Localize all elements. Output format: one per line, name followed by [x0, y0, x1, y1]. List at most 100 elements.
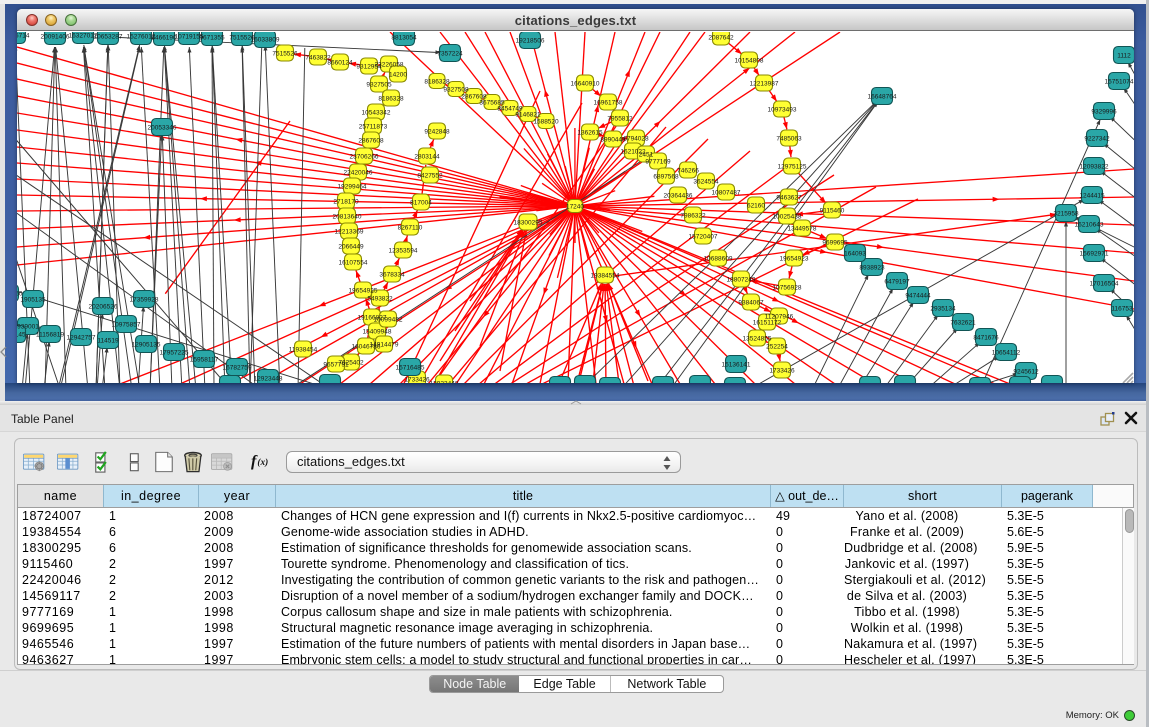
svg-text:8813054: 8813054 — [391, 35, 417, 42]
svg-text:20364436: 20364436 — [664, 193, 693, 200]
svg-text:16033809: 16033809 — [251, 37, 280, 44]
svg-text:2935134: 2935134 — [930, 306, 956, 313]
svg-text:13449578: 13449578 — [788, 226, 817, 233]
svg-text:10756928: 10756928 — [773, 285, 802, 292]
svg-text:2087642: 2087642 — [708, 35, 734, 42]
svg-text:817004: 817004 — [410, 200, 432, 207]
svg-text:9463627: 9463627 — [776, 195, 802, 202]
svg-text:1362615: 1362615 — [577, 130, 603, 137]
svg-text:16210643: 16210643 — [1075, 222, 1104, 229]
svg-text:15716485: 15716485 — [396, 365, 425, 372]
svg-text:15692971: 15692971 — [1080, 251, 1109, 258]
svg-text:9329996: 9329996 — [1091, 109, 1117, 116]
svg-text:7632621: 7632621 — [950, 320, 976, 327]
svg-text:23226058: 23226058 — [375, 62, 404, 69]
svg-text:17016504: 17016504 — [1090, 281, 1119, 288]
svg-text:19654923: 19654923 — [780, 256, 809, 263]
svg-text:12923448: 12923448 — [254, 376, 283, 383]
svg-text:252254: 252254 — [766, 344, 788, 351]
svg-text:11156819: 11156819 — [36, 332, 64, 339]
svg-text:22420046: 22420046 — [344, 170, 373, 177]
svg-text:62160: 62160 — [747, 203, 765, 210]
svg-text:15136141: 15136141 — [722, 362, 751, 369]
svg-text:20813640: 20813640 — [333, 214, 362, 221]
svg-text:12942757: 12942757 — [67, 335, 96, 342]
svg-text:9327508: 9327508 — [443, 87, 469, 94]
svg-text:15409948: 15409948 — [363, 329, 392, 336]
svg-text:23706266: 23706266 — [350, 154, 379, 161]
svg-text:391145: 391145 — [17, 332, 26, 339]
svg-text:6897568: 6897568 — [653, 174, 679, 181]
svg-text:1733426: 1733426 — [404, 377, 430, 384]
svg-text:8938923: 8938923 — [859, 265, 885, 272]
svg-text:10025438: 10025438 — [773, 214, 802, 221]
svg-text:14914479: 14914479 — [370, 342, 399, 349]
svg-text:3215958: 3215958 — [1053, 211, 1079, 218]
svg-text:1244415: 1244415 — [1079, 193, 1105, 200]
svg-text:17957225: 17957225 — [160, 350, 189, 357]
svg-text:9657791: 9657791 — [323, 362, 349, 369]
svg-text:12093822: 12093822 — [1080, 164, 1109, 171]
svg-text:18807249: 18807249 — [727, 277, 756, 284]
svg-text:8186328: 8186328 — [424, 79, 450, 86]
svg-text:5493822: 5493822 — [367, 296, 393, 303]
svg-text:10653287: 10653287 — [94, 34, 123, 41]
svg-text:15958117: 15958117 — [190, 357, 219, 364]
svg-text:9242848: 9242848 — [424, 129, 450, 136]
svg-text:9474444: 9474444 — [905, 293, 931, 300]
svg-text:9777169: 9777169 — [645, 159, 671, 166]
svg-text:9227342: 9227342 — [1084, 136, 1110, 143]
svg-text:8267110: 8267110 — [398, 225, 423, 232]
svg-text:7357224: 7357224 — [437, 51, 463, 58]
svg-text:13524855: 13524855 — [743, 336, 772, 343]
svg-text:10654112: 10654112 — [992, 350, 1021, 357]
svg-text:1733426: 1733426 — [769, 368, 795, 375]
svg-text:9384067: 9384067 — [738, 300, 764, 307]
svg-text:10688609: 10688609 — [704, 256, 733, 263]
svg-text:6794028: 6794028 — [623, 136, 649, 143]
svg-text:15720407: 15720407 — [689, 234, 718, 241]
svg-text:16782759: 16782759 — [223, 365, 252, 372]
svg-text:6466190: 6466190 — [151, 35, 177, 42]
svg-text:11938454: 11938454 — [289, 347, 318, 354]
svg-text:17359928: 17359928 — [130, 297, 159, 304]
svg-text:14200: 14200 — [389, 72, 407, 79]
svg-text:19654925: 19654925 — [349, 288, 378, 295]
svg-text:9146821: 9146821 — [515, 112, 541, 119]
svg-text:15751074: 15751074 — [1105, 79, 1134, 86]
svg-text:12923448: 12923448 — [430, 381, 459, 384]
svg-text:16107554: 16107554 — [339, 260, 368, 267]
svg-text:2718170: 2718170 — [333, 199, 359, 206]
svg-text:3678334: 3678334 — [379, 272, 405, 279]
svg-text:16151172: 16151172 — [753, 320, 782, 327]
svg-text:2451: 2451 — [639, 152, 654, 159]
svg-text:8427552: 8427552 — [417, 173, 443, 180]
svg-text:20053346: 20053346 — [148, 125, 177, 132]
svg-text:164093: 164093 — [844, 251, 866, 258]
svg-text:10543342: 10543342 — [362, 110, 391, 117]
svg-text:8186328: 8186328 — [378, 96, 404, 103]
svg-text:16648764: 16648764 — [868, 94, 897, 101]
svg-text:20091406: 20091406 — [41, 34, 70, 41]
svg-text:7986322: 7986322 — [680, 213, 706, 220]
svg-text:25711873: 25711873 — [359, 124, 388, 131]
svg-text:8990448: 8990448 — [600, 137, 626, 144]
svg-text:10973493: 10973493 — [768, 107, 797, 114]
svg-text:1112: 1112 — [1117, 53, 1131, 60]
svg-text:2803144: 2803144 — [414, 154, 440, 161]
svg-text:16961758: 16961758 — [594, 100, 623, 107]
svg-text:7485063: 7485063 — [776, 136, 802, 143]
svg-text:10099482: 10099482 — [374, 317, 403, 324]
svg-text:17240: 17240 — [566, 204, 584, 211]
svg-text:9671355: 9671355 — [199, 35, 225, 42]
svg-text:9699695: 9699695 — [822, 240, 848, 247]
svg-text:19218506: 19218506 — [516, 38, 545, 45]
svg-text:2867608: 2867608 — [358, 138, 384, 145]
svg-text:7515526: 7515526 — [272, 51, 298, 58]
svg-text:10975857: 10975857 — [112, 322, 141, 329]
svg-text:3624554: 3624554 — [693, 179, 719, 186]
svg-text:9115460: 9115460 — [820, 208, 845, 215]
svg-text:7955812: 7955812 — [607, 116, 633, 123]
svg-text:18300295: 18300295 — [514, 220, 543, 227]
svg-text:939001: 939001 — [17, 324, 39, 331]
